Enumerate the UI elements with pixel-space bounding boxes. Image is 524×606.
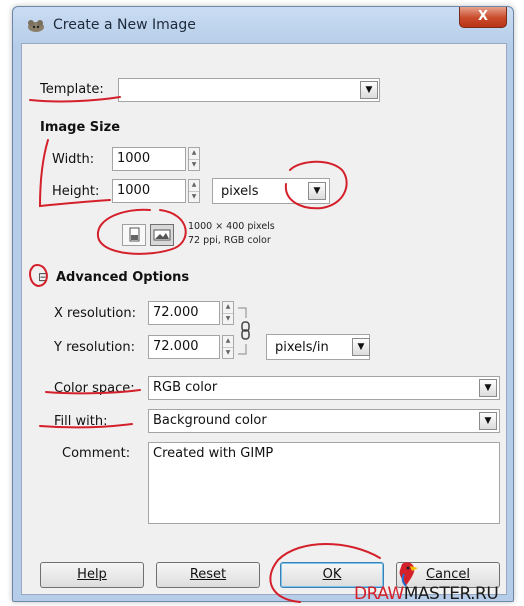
advanced-options-heading[interactable]: Advanced Options xyxy=(56,270,189,285)
color-space-dropdown-button[interactable]: ▼ xyxy=(479,379,497,397)
size-unit-dropdown-button[interactable]: ▼ xyxy=(308,182,326,200)
resolution-unit-dropdown-button[interactable]: ▼ xyxy=(352,338,370,356)
image-size-info-resolution: 72 ppi, RGB color xyxy=(188,235,271,246)
landscape-icon xyxy=(153,229,171,241)
portrait-button[interactable] xyxy=(122,224,146,246)
fill-with-label: Fill with: xyxy=(54,414,108,429)
x-resolution-label: X resolution: xyxy=(54,306,136,321)
comment-textarea[interactable]: Created with GIMP xyxy=(148,442,500,524)
help-button-label: Help xyxy=(77,567,107,582)
reset-button[interactable]: Reset xyxy=(156,562,260,588)
parrot-logo-icon xyxy=(399,562,418,587)
template-dropdown-button[interactable]: ▼ xyxy=(360,81,378,99)
window-title: Create a New Image xyxy=(53,17,196,33)
y-resolution-spinner[interactable]: ▲ ▼ xyxy=(222,335,234,359)
chain-link-icon[interactable] xyxy=(236,306,252,356)
title-bar[interactable]: Create a New Image X xyxy=(13,7,513,43)
fill-with-select[interactable]: Background color xyxy=(148,409,500,433)
height-label: Height: xyxy=(52,184,100,199)
watermark: DRAWMASTER.RU xyxy=(354,584,499,604)
create-image-dialog: Create a New Image X Template: ▼ Image S… xyxy=(12,6,514,602)
image-size-info: 1000 × 400 pixels 72 ppi, RGB color xyxy=(188,220,275,248)
y-resolution-input[interactable]: 72.000 xyxy=(148,335,220,359)
fill-with-dropdown-button[interactable]: ▼ xyxy=(479,412,497,430)
image-size-info-dimensions: 1000 × 400 pixels xyxy=(188,221,275,232)
landscape-button[interactable] xyxy=(150,224,174,246)
advanced-expander-icon[interactable]: ⊟ xyxy=(38,270,48,284)
y-resolution-label: Y resolution: xyxy=(54,340,135,355)
x-resolution-input[interactable]: 72.000 xyxy=(148,301,220,325)
x-resolution-spinner[interactable]: ▲ ▼ xyxy=(222,301,234,325)
dialog-body: Template: ▼ Image Size Width: 1000 ▲ ▼ He… xyxy=(21,43,507,595)
width-label: Width: xyxy=(52,152,95,167)
template-select[interactable] xyxy=(118,78,380,102)
ok-button-label: OK xyxy=(322,567,342,582)
gimp-icon xyxy=(28,20,44,32)
cancel-button-label: Cancel xyxy=(425,567,471,582)
width-input[interactable]: 1000 xyxy=(112,147,186,171)
help-button[interactable]: Help xyxy=(40,562,144,588)
template-label: Template: xyxy=(40,82,104,97)
height-input[interactable]: 1000 xyxy=(112,179,186,203)
reset-button-label: Reset xyxy=(189,567,227,582)
color-space-label: Color space: xyxy=(54,381,135,396)
color-space-select[interactable]: RGB color xyxy=(148,376,500,400)
width-spinner[interactable]: ▲ ▼ xyxy=(188,147,200,171)
height-spinner[interactable]: ▲ ▼ xyxy=(188,179,200,203)
close-button[interactable]: X xyxy=(459,7,507,28)
image-size-heading: Image Size xyxy=(40,120,121,135)
portrait-icon xyxy=(129,227,140,242)
comment-label: Comment: xyxy=(62,446,131,461)
